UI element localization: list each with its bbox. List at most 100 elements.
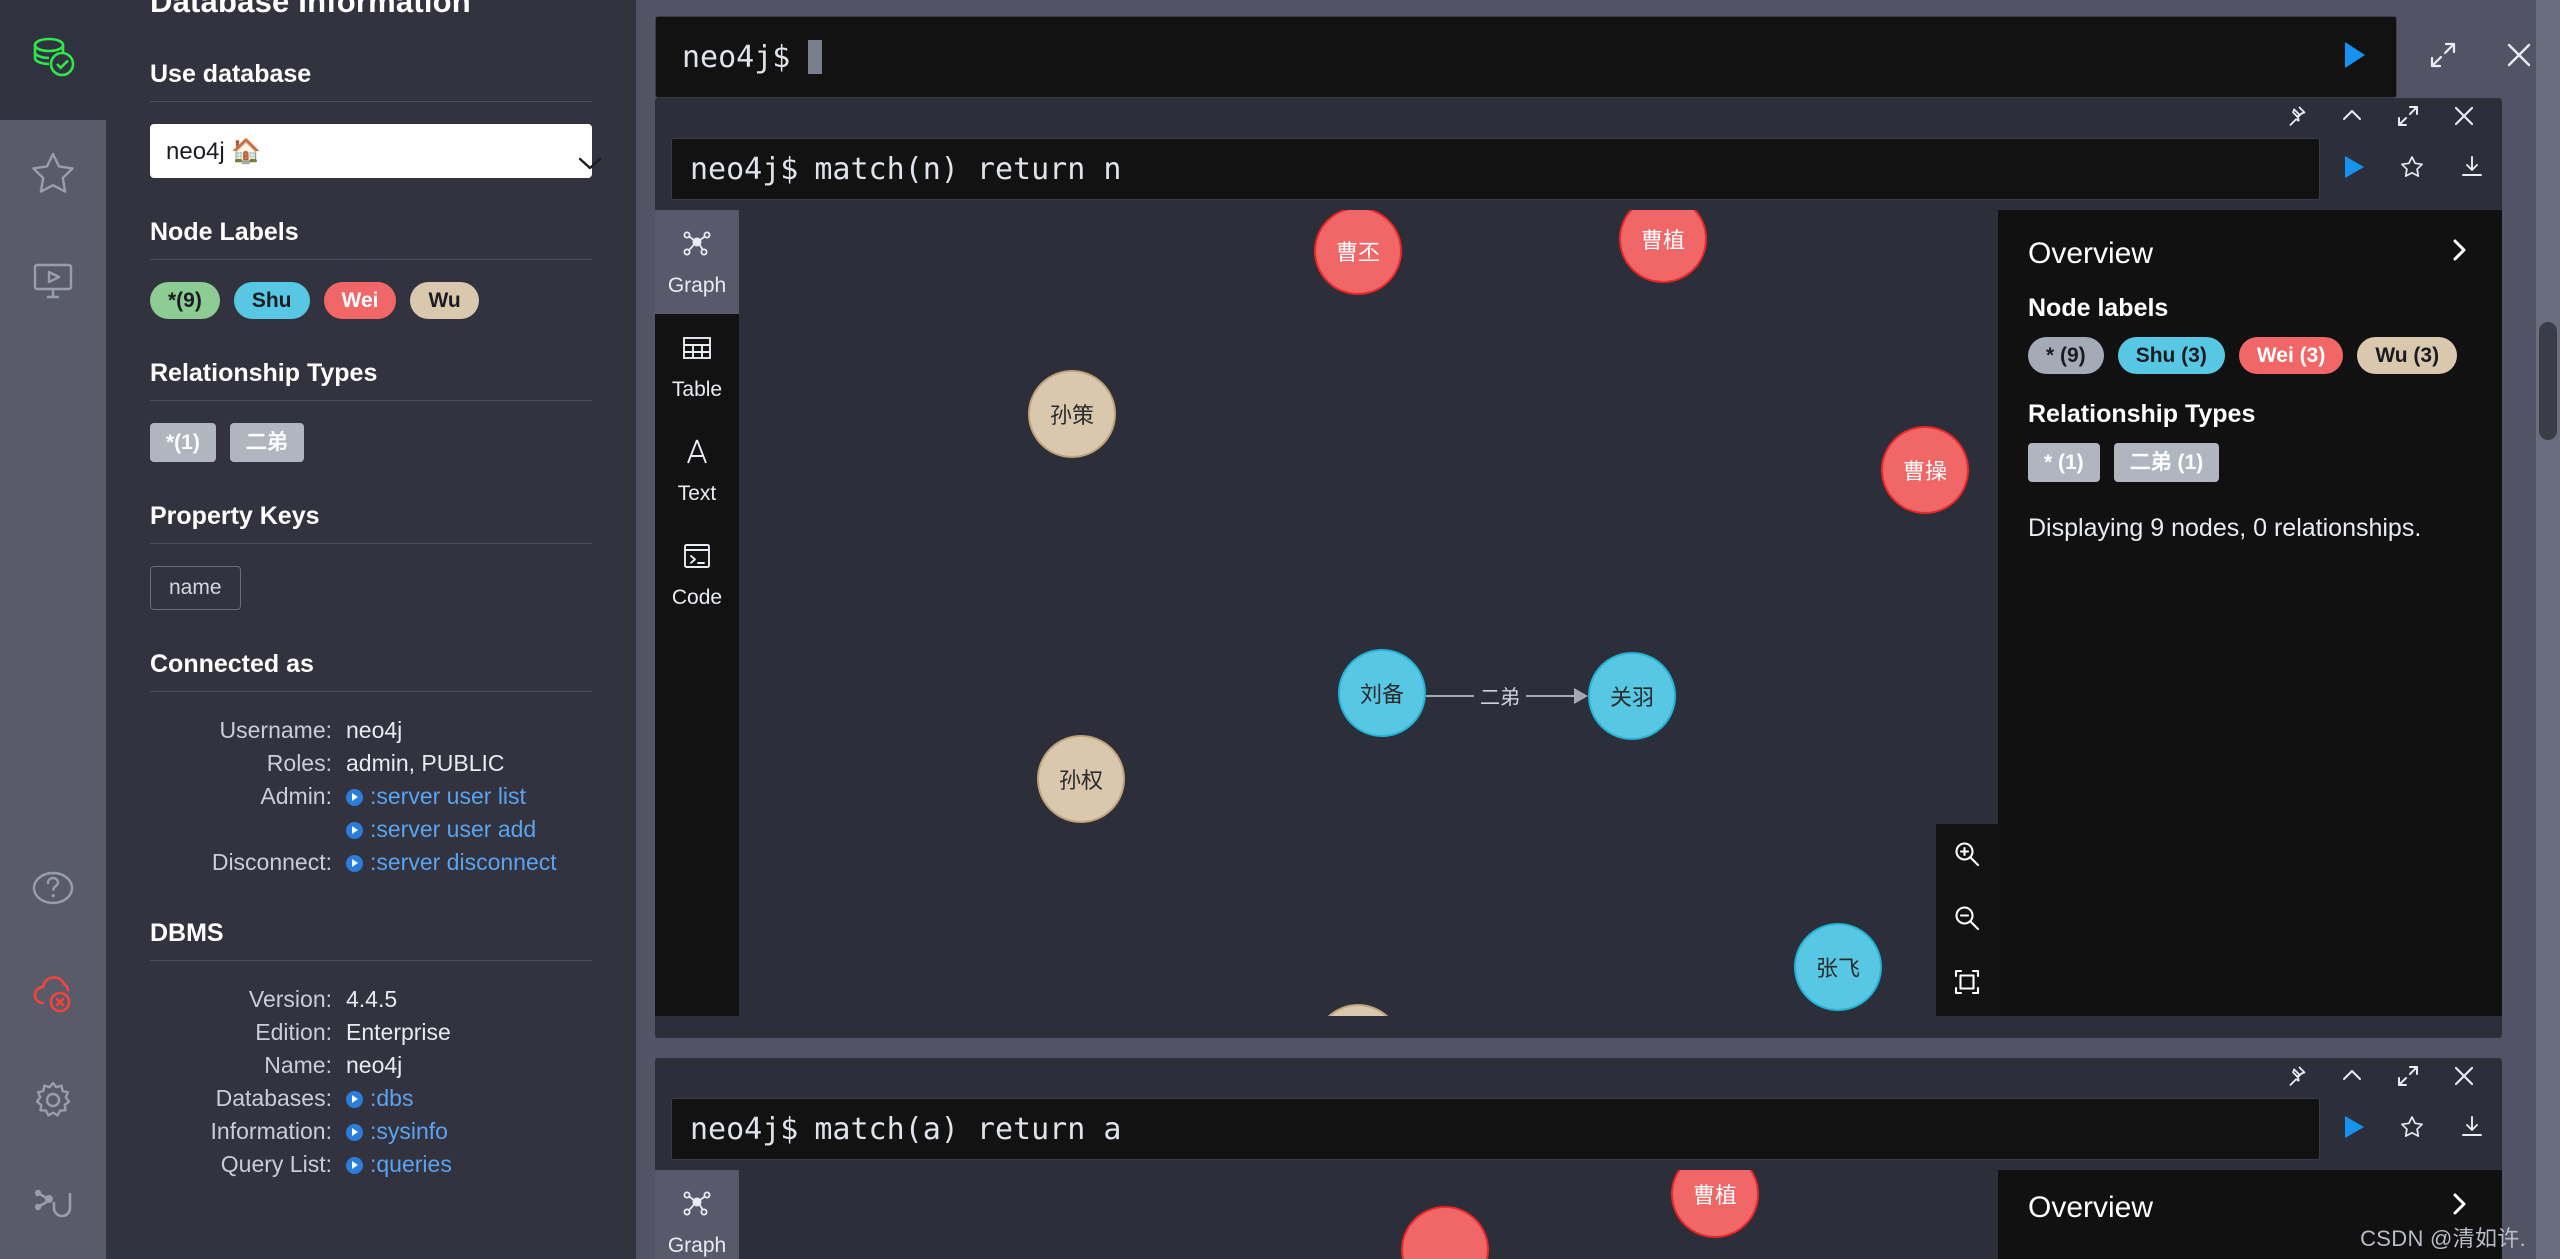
zoom-in-button[interactable] bbox=[1936, 824, 1998, 888]
overview-node-label-pill[interactable]: Wei (3) bbox=[2238, 337, 2344, 374]
command-link[interactable]: :server user list bbox=[370, 783, 526, 809]
info-row-key: Edition: bbox=[255, 1019, 332, 1045]
frame-rerun-button[interactable] bbox=[2322, 1098, 2382, 1160]
editor-run-button[interactable] bbox=[2313, 18, 2395, 96]
graph-icon bbox=[680, 227, 714, 267]
overview-node-label-pill[interactable]: Wu (3) bbox=[2357, 337, 2458, 374]
command-link[interactable]: :server user add bbox=[370, 816, 536, 842]
view-tab-graph[interactable]: Graph bbox=[655, 210, 739, 314]
sidebar-relationship-type-pills: *(1) 二弟 bbox=[150, 423, 592, 462]
frame-close-button[interactable] bbox=[2436, 98, 2492, 138]
frame-1-query-text[interactable]: neo4j$ match(n) return n bbox=[671, 138, 2320, 200]
sidebar-node-label-pill[interactable]: Wei bbox=[323, 282, 397, 319]
info-row-value[interactable]: :server user list bbox=[346, 780, 526, 813]
rail-item-settings[interactable] bbox=[0, 1047, 106, 1153]
frame-1-overview-panel: Overview Node labels * (9) Shu (3) Wei (3)… bbox=[1998, 210, 2502, 1016]
sidebar-node-label-pill[interactable]: *(9) bbox=[150, 282, 220, 319]
rail-item-favorites[interactable] bbox=[0, 120, 106, 226]
info-row: Query List::queries bbox=[150, 1148, 592, 1181]
graph-node[interactable]: 曹植 bbox=[1619, 210, 1707, 283]
zoom-out-button[interactable] bbox=[1936, 888, 1998, 952]
info-row-value[interactable]: :server disconnect bbox=[346, 846, 557, 879]
pin-icon bbox=[2284, 1064, 2308, 1093]
overview-relationship-type-pill[interactable]: * (1) bbox=[2028, 443, 2100, 482]
info-row-key: Admin: bbox=[260, 783, 332, 809]
fit-to-screen-button[interactable] bbox=[1936, 952, 1998, 1016]
rail-item-database-status[interactable] bbox=[0, 0, 106, 120]
fullscreen-icon bbox=[2396, 1064, 2420, 1093]
overview-node-label-pill[interactable]: Shu (3) bbox=[2117, 337, 2225, 374]
info-row-key bbox=[150, 813, 346, 846]
close-icon bbox=[2452, 104, 2476, 133]
editor-fullscreen-button[interactable] bbox=[2405, 16, 2481, 98]
info-row-value[interactable]: :dbs bbox=[346, 1082, 413, 1115]
database-select[interactable]: neo4j 🏠 bbox=[150, 124, 602, 178]
graph-node[interactable]: 张飞 bbox=[1794, 923, 1882, 1011]
info-row-value[interactable]: :sysinfo bbox=[346, 1115, 448, 1148]
frame-favorite-button[interactable] bbox=[2382, 1098, 2442, 1160]
frame-favorite-button[interactable] bbox=[2382, 138, 2442, 200]
graph-node[interactable]: 曹丕 bbox=[1314, 210, 1402, 295]
graph-node[interactable] bbox=[1401, 1206, 1489, 1259]
command-link[interactable]: :server disconnect bbox=[370, 849, 557, 875]
editor-caret bbox=[808, 40, 823, 74]
overview-node-label-pill[interactable]: * (9) bbox=[2028, 337, 2104, 374]
connected-as-list: Username: neo4j Roles: admin, PUBLIC Admin::… bbox=[150, 714, 592, 879]
graph-canvas-2[interactable]: 曹植 bbox=[739, 1170, 1998, 1259]
rail-top-items bbox=[0, 120, 106, 332]
sidebar-node-label-pill[interactable]: Wu bbox=[410, 282, 479, 319]
info-row-value[interactable]: :queries bbox=[346, 1148, 452, 1181]
frame-fullscreen-button[interactable] bbox=[2380, 1058, 2436, 1098]
frame-pin-button[interactable] bbox=[2268, 98, 2324, 138]
rail-item-disconnected[interactable] bbox=[0, 941, 106, 1047]
graph-icon bbox=[680, 1187, 714, 1227]
view-tab-graph[interactable]: Graph bbox=[655, 1170, 739, 1259]
frame-rerun-button[interactable] bbox=[2322, 138, 2382, 200]
graph-node[interactable] bbox=[1314, 1004, 1402, 1016]
graph-node[interactable]: 曹植 bbox=[1671, 1170, 1759, 1238]
chevron-right-icon bbox=[2448, 236, 2472, 272]
cypher-editor-input[interactable]: neo4j$ bbox=[655, 16, 2397, 98]
graph-node[interactable]: 孙权 bbox=[1037, 735, 1125, 823]
info-row-value: 4.4.5 bbox=[346, 986, 398, 1012]
rail-item-help[interactable] bbox=[0, 835, 106, 941]
frame-pin-button[interactable] bbox=[2268, 1058, 2324, 1098]
fit-to-screen-icon bbox=[1952, 967, 1982, 1002]
view-tab-code[interactable]: Code bbox=[655, 522, 739, 626]
frame-close-button[interactable] bbox=[2436, 1058, 2492, 1098]
frame-2-prompt: neo4j$ bbox=[690, 1111, 799, 1147]
frame-download-button[interactable] bbox=[2442, 1098, 2502, 1160]
sidebar-node-label-pill[interactable]: Shu bbox=[233, 282, 310, 319]
command-link[interactable]: :queries bbox=[370, 1151, 452, 1177]
view-tab-table[interactable]: Table bbox=[655, 314, 739, 418]
download-icon bbox=[2459, 154, 2485, 185]
rail-item-guides[interactable] bbox=[0, 226, 106, 332]
frame-fullscreen-button[interactable] bbox=[2380, 98, 2436, 138]
frame-download-button[interactable] bbox=[2442, 138, 2502, 200]
rail-item-neo4j-logo[interactable] bbox=[0, 1153, 106, 1259]
scrollbar-thumb[interactable] bbox=[2539, 322, 2557, 440]
sidebar-property-key-pill[interactable]: name bbox=[150, 566, 241, 610]
sidebar-relationship-type-pill[interactable]: 二弟 bbox=[229, 423, 304, 462]
fullscreen-icon bbox=[2428, 40, 2458, 75]
info-row-value[interactable]: :server user add bbox=[346, 813, 536, 846]
page-scrollbar[interactable] bbox=[2536, 0, 2560, 1259]
frame-collapse-button[interactable] bbox=[2324, 1058, 2380, 1098]
command-link[interactable]: :sysinfo bbox=[370, 1118, 448, 1144]
command-link[interactable]: :dbs bbox=[370, 1085, 413, 1111]
overview-relationship-type-pill[interactable]: 二弟 (1) bbox=[2113, 443, 2220, 482]
info-row: Disconnect::server disconnect bbox=[150, 846, 592, 879]
frame-2-query-text[interactable]: neo4j$ match(a) return a bbox=[671, 1098, 2320, 1160]
graph-node[interactable]: 关羽 bbox=[1588, 652, 1676, 740]
graph-node[interactable]: 曹操 bbox=[1881, 426, 1969, 514]
overview-header[interactable]: Overview bbox=[2028, 236, 2472, 272]
neo4j-logo-icon bbox=[27, 1180, 79, 1232]
frame-collapse-button[interactable] bbox=[2324, 98, 2380, 138]
text-icon bbox=[680, 435, 714, 475]
graph-canvas[interactable]: 二弟 曹丕 曹植 曹操 孙策 孙权 刘备 关羽 张飞 bbox=[739, 210, 1998, 1016]
info-row-value: neo4j bbox=[346, 1052, 403, 1078]
view-tab-text[interactable]: Text bbox=[655, 418, 739, 522]
graph-node[interactable]: 刘备 bbox=[1338, 649, 1426, 737]
sidebar-relationship-type-pill[interactable]: *(1) bbox=[150, 423, 216, 462]
graph-node[interactable]: 孙策 bbox=[1028, 370, 1116, 458]
